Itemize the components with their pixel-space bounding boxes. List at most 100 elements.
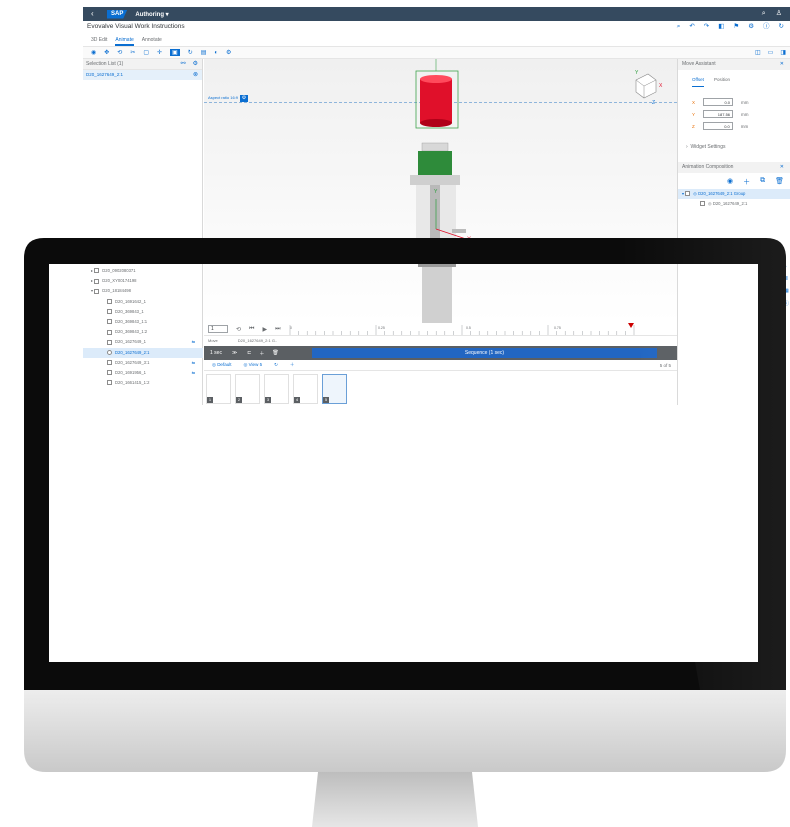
settings-icon[interactable]: ⚙ [748,21,754,33]
checkbox[interactable] [107,339,112,345]
tree-row[interactable]: D20_369843_1:1 [83,317,203,327]
zoom-icon[interactable]: ⌕ [784,264,790,270]
skip-back-icon[interactable]: ⏮ [249,326,254,333]
view-thumbnail-selected[interactable]: 5 [322,374,347,404]
checkbox[interactable] [107,360,112,366]
tab-offset[interactable]: Offset [692,77,704,87]
light-icon[interactable]: ◐ [214,50,218,56]
view-thumbnail[interactable]: 4 [293,374,318,404]
checkbox[interactable] [107,329,112,335]
grid-icon[interactable]: ▦ [784,288,790,294]
delete-icon[interactable]: 🗑 [272,350,278,356]
checkbox[interactable] [94,278,100,284]
widget-settings-toggle[interactable]: › Widget Settings [678,140,790,154]
duration-label[interactable]: 1 sec [210,350,222,356]
tree-row[interactable]: D20_1691956_1 ⇆ [83,368,203,378]
remove-icon[interactable]: ⊗ [193,70,198,80]
tree-row[interactable]: D20_1691642_1 [83,297,203,307]
animation-group-row[interactable]: ▾ ◎ D20_1627649_2:1 Group [678,189,790,199]
search-icon[interactable]: ⌕ [677,21,681,33]
search-icon[interactable]: ⌕ [762,7,766,21]
view-5[interactable]: ◎ View 5 [243,362,262,368]
selected-part[interactable] [415,59,459,129]
tree-row[interactable]: ▸ D20_XY00174198 [83,276,203,286]
checkbox[interactable] [94,288,100,294]
frame-input[interactable]: 1 [208,325,228,333]
add-icon[interactable]: ＋ [743,177,750,189]
sequence-bar[interactable]: Sequence (1 sec) [312,348,657,358]
tree-row[interactable]: D20_369843_1 [83,307,203,317]
panel-right-icon[interactable]: ◨ [780,47,786,59]
tree-row[interactable]: ▸ D20_0902080371 [83,266,203,276]
rotate-icon[interactable]: ↻ [188,49,193,56]
pan-icon[interactable]: ✥ [104,49,109,56]
tree-row[interactable]: ▾ D20_18184498 [83,286,203,296]
user-icon[interactable]: ♙ [776,7,782,21]
expand-icon[interactable]: ▸ [91,278,93,283]
refresh-icon[interactable]: ↻ [274,362,278,368]
view-cube-icon[interactable]: Y X Z [635,70,663,106]
orbit-icon[interactable]: ⟲ [117,49,122,56]
target-icon[interactable]: ◉ [727,177,733,189]
close-icon[interactable]: ✕ [780,59,784,70]
binoculars-icon[interactable]: ⚯ [181,59,186,70]
tree-row[interactable]: D20_1627649_1 ⇆ [83,337,203,347]
close-icon[interactable]: ✕ [780,162,784,173]
delete-icon[interactable]: 🗑 [775,177,784,189]
offset-z-input[interactable]: 0.0 [702,122,733,130]
select-icon[interactable]: ▣ [170,49,180,56]
offset-x-input[interactable]: 0.0 [703,98,734,106]
help-icon[interactable]: ⓘ [763,21,770,33]
selection-list-item[interactable]: D20_1627649_2:1 ⊗ [83,70,202,80]
info-icon[interactable]: ⓘ [784,300,790,307]
expand-icon[interactable]: ▸ [91,268,93,273]
view-thumbnail[interactable]: 3 [264,374,289,404]
checkbox[interactable] [107,349,112,355]
skip-forward-icon[interactable]: ⏭ [275,326,280,333]
view-default[interactable]: ◎ Default [212,362,231,368]
tree-row[interactable]: D20_1661415_1:2 [83,378,203,388]
settings-icon[interactable]: ⚙ [193,59,198,70]
loop-icon[interactable]: ⟲ [236,326,241,333]
offset-y-input[interactable]: 187.56 [703,110,734,118]
back-arrow-icon[interactable]: ‹ [91,7,101,21]
checkbox[interactable] [107,370,112,376]
tree-row-selected[interactable]: D20_1627649_2:1 [83,347,203,358]
refresh-icon[interactable]: ↻ [779,21,784,33]
share-icon[interactable]: ◧ [718,21,724,33]
tab-position[interactable]: Position [714,77,730,88]
shell-title[interactable]: Authoring ▾ [135,11,168,18]
undo-icon[interactable]: ↶ [689,21,694,33]
tree-row[interactable]: D20_1627649_3:1 ⇆ [83,358,203,368]
expand-icon[interactable]: ▾ [91,288,93,293]
tab-annotate[interactable]: Annotate [142,34,162,46]
copy-icon[interactable]: ⧉ [760,177,765,189]
view-thumbnail[interactable]: 2 [235,374,260,404]
layers-icon[interactable]: ≣ [784,276,790,282]
tab-animate[interactable]: Animate [115,34,134,46]
camera-icon[interactable]: ▤ [201,49,207,56]
checkbox[interactable] [107,319,112,325]
gear-icon[interactable]: ⚙ [226,49,231,56]
checkbox[interactable] [107,298,112,304]
play-icon[interactable]: ▶ [262,326,267,333]
forward-icon[interactable]: ≫ [232,350,237,356]
add-icon[interactable]: ＋ [259,350,264,357]
checkbox[interactable] [107,380,112,386]
box-icon[interactable]: ▢ [143,49,149,56]
redo-icon[interactable]: ↷ [704,21,709,33]
view-thumbnail[interactable]: 1 [206,374,231,404]
panel-center-icon[interactable]: ▭ [768,47,774,59]
tab-3d-edit[interactable]: 3D Edit [91,34,107,46]
3d-viewport[interactable]: Aspect ratio 16:9 ⚙ Y X Z X Y [204,59,677,323]
checkbox[interactable] [94,268,100,274]
panel-left-icon[interactable]: ◫ [755,47,761,59]
animation-child-row[interactable]: ◎ D20_1627649_2:1 [678,199,790,209]
tree-row[interactable]: D20_369843_1:2 [83,327,203,337]
move-icon[interactable]: ✛ [157,49,162,56]
add-icon[interactable]: ＋ [290,362,295,368]
playhead-icon[interactable] [628,323,635,328]
eye-icon[interactable]: ◉ [91,49,96,56]
checkbox[interactable] [685,191,691,197]
checkbox[interactable] [700,201,705,207]
